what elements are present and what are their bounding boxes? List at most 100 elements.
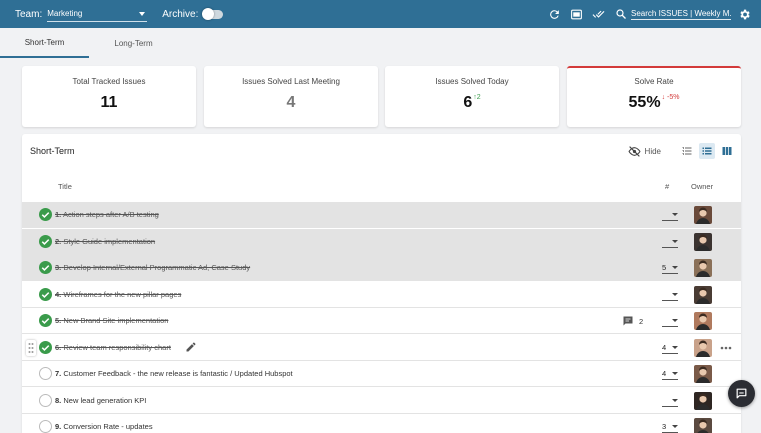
issue-title[interactable]: 8. New lead generation KPI xyxy=(55,396,146,405)
issue-row[interactable]: 8. New lead generation KPI xyxy=(22,388,741,414)
chevron-down-icon xyxy=(672,372,678,375)
completed-check-icon[interactable] xyxy=(39,261,52,274)
slideshow-icon[interactable] xyxy=(567,5,585,23)
avatar[interactable] xyxy=(694,285,712,304)
kpi-title: Total Tracked Issues xyxy=(72,77,146,86)
incomplete-check-icon[interactable] xyxy=(39,420,52,433)
issue-row[interactable]: 2. Style Guide implementation xyxy=(22,228,741,255)
hide-button[interactable]: Hide xyxy=(628,145,661,158)
search-icon xyxy=(616,9,626,19)
kpi-solved-today: Issues Solved Today 6↑2 xyxy=(385,66,559,127)
incomplete-check-icon[interactable] xyxy=(39,367,52,380)
avatar[interactable] xyxy=(694,259,712,277)
comment-count[interactable]: 2 xyxy=(622,315,643,327)
gear-icon[interactable] xyxy=(735,5,753,23)
issue-row[interactable]: 3. Develop Internal/External Programmati… xyxy=(22,255,741,281)
numbered-list-icon xyxy=(682,147,692,155)
archive-toggle[interactable] xyxy=(202,7,224,20)
completed-check-icon[interactable] xyxy=(39,340,52,354)
search-input[interactable]: Search ISSUES | Weekly M... xyxy=(631,9,731,20)
priority-select[interactable] xyxy=(662,289,678,301)
issue-title[interactable]: 4. Wireframes for the new pillar pages xyxy=(55,290,181,299)
priority-select[interactable]: 4 xyxy=(662,342,678,354)
column-view-button[interactable] xyxy=(719,143,735,159)
priority-select[interactable] xyxy=(662,315,678,327)
chat-button[interactable] xyxy=(728,380,755,407)
issue-title-text: New lead generation KPI xyxy=(63,395,147,405)
priority-value: 4 xyxy=(662,342,667,352)
issue-row[interactable]: 9. Conversion Rate - updates 3 xyxy=(22,414,741,433)
completed-check-icon[interactable] xyxy=(39,234,52,248)
kpi-delta-up: ↑2 xyxy=(473,94,481,101)
issue-title-text: Style Guide implementation xyxy=(63,236,156,246)
team-select[interactable]: Marketing xyxy=(47,6,148,22)
issue-row[interactable]: 6. Review team responsibility chart 4 xyxy=(22,335,741,361)
completed-check-icon[interactable] xyxy=(39,287,52,301)
list-icon xyxy=(702,147,712,155)
pencil-icon[interactable] xyxy=(185,341,197,353)
chevron-down-icon xyxy=(139,11,146,16)
priority-select[interactable] xyxy=(662,209,678,221)
issue-title[interactable]: 2. Style Guide implementation xyxy=(55,237,155,246)
issue-title[interactable]: 1. Action steps after A/B testing xyxy=(55,210,159,219)
issue-row[interactable]: 7. Customer Feedback - the new release i… xyxy=(22,361,741,387)
avatar[interactable] xyxy=(694,312,712,330)
team-label: Team: xyxy=(15,8,43,20)
issue-number: 3. xyxy=(55,263,62,272)
issue-title[interactable]: 7. Customer Feedback - the new release i… xyxy=(55,369,293,378)
avatar[interactable] xyxy=(694,418,712,433)
completed-check-icon[interactable] xyxy=(39,314,52,327)
drag-handle[interactable] xyxy=(26,339,36,356)
completed-check-icon[interactable] xyxy=(39,208,52,221)
issue-number: 6. xyxy=(55,342,62,352)
avatar[interactable] xyxy=(694,206,712,224)
issue-title-text: Customer Feedback - the new release is f… xyxy=(63,369,293,378)
tab-long-term[interactable]: Long-Term xyxy=(89,28,178,58)
kpi-title: Issues Solved Last Meeting xyxy=(242,77,340,86)
priority-select[interactable] xyxy=(662,236,678,248)
panel-tools: Hide xyxy=(628,142,735,160)
issue-title[interactable]: 3. Develop Internal/External Programmati… xyxy=(55,263,250,272)
issue-row[interactable]: 4. Wireframes for the new pillar pages xyxy=(22,282,741,308)
search-box[interactable]: Search ISSUES | Weekly M... xyxy=(615,8,731,20)
kpi-value: 55% xyxy=(628,94,661,111)
list-view-button[interactable] xyxy=(699,143,715,159)
columns-icon xyxy=(722,147,732,155)
chevron-down-icon xyxy=(672,239,678,243)
double-check-icon[interactable] xyxy=(589,5,607,23)
priority-select[interactable]: 4 xyxy=(662,368,678,380)
issue-title[interactable]: 9. Conversion Rate - updates xyxy=(55,422,153,431)
kpi-value: 6 xyxy=(463,94,473,111)
avatar[interactable] xyxy=(694,232,712,251)
avatar[interactable] xyxy=(694,365,712,383)
priority-value: 4 xyxy=(662,369,667,378)
issue-title[interactable]: 5. New Brand Site implementation xyxy=(55,316,168,325)
avatar[interactable] xyxy=(694,391,712,410)
priority-select[interactable] xyxy=(662,395,678,407)
column-header-owner[interactable]: Owner xyxy=(691,182,713,191)
incomplete-check-icon[interactable] xyxy=(39,393,52,407)
comment-count-value: 2 xyxy=(639,316,644,326)
kpi-total-tracked: Total Tracked Issues 11 xyxy=(22,66,196,127)
top-bar: Team: Marketing Archive: Search ISSUES |… xyxy=(0,0,761,28)
avatar[interactable] xyxy=(694,338,712,357)
priority-select[interactable]: 5 xyxy=(662,262,678,274)
column-header-number[interactable]: # xyxy=(665,182,669,191)
refresh-icon[interactable] xyxy=(545,5,563,23)
numbered-list-view-button[interactable] xyxy=(679,143,695,159)
more-options-icon[interactable] xyxy=(719,342,733,354)
issue-row[interactable]: 1. Action steps after A/B testing xyxy=(22,202,741,228)
kpi-value-wrap: 6↑2 xyxy=(385,94,559,112)
toolbar-icons: Search ISSUES | Weekly M... xyxy=(541,0,753,28)
chevron-down-icon xyxy=(672,292,678,296)
kpi-value: 11 xyxy=(100,94,118,111)
priority-select[interactable]: 3 xyxy=(662,421,678,433)
issue-number: 1. xyxy=(55,210,62,219)
issue-title[interactable]: 6. Review team responsibility chart xyxy=(55,343,171,352)
tab-short-term[interactable]: Short-Term xyxy=(0,28,89,58)
issue-row[interactable]: 5. New Brand Site implementation 2 xyxy=(22,308,741,334)
column-header-title[interactable]: Title xyxy=(58,182,72,191)
chevron-down-icon xyxy=(672,213,678,216)
issue-number: 5. xyxy=(55,316,62,325)
comment-icon xyxy=(623,316,633,326)
